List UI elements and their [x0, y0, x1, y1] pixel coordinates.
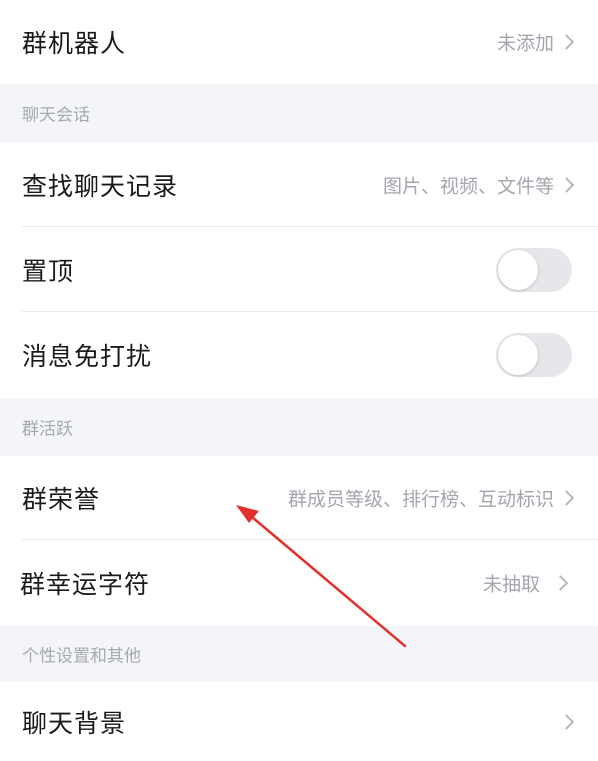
mute-row: 消息免打扰 — [0, 312, 598, 398]
chat-background-row[interactable]: 聊天背景 — [0, 682, 598, 761]
group-honor-row[interactable]: 群荣誉 群成员等级、排行榜、互动标识 — [0, 456, 598, 540]
section-header-personal-other: 个性设置和其他 — [0, 626, 598, 682]
chevron-right-icon — [558, 34, 575, 50]
section-header-group-activity: 群活跃 — [0, 398, 598, 456]
pin-top-toggle[interactable] — [496, 247, 572, 292]
chevron-right-icon — [552, 575, 569, 591]
group-honor-label: 群荣誉 — [22, 485, 101, 514]
section-header-chat-session: 聊天会话 — [0, 84, 598, 142]
lucky-char-value: 未抽取 — [482, 573, 540, 596]
mute-toggle[interactable] — [496, 333, 572, 377]
search-history-row[interactable]: 查找聊天记录 图片、视频、文件等 — [0, 142, 598, 227]
chat-background-label: 聊天背景 — [22, 708, 127, 738]
section-title: 群活跃 — [22, 419, 73, 440]
group-bot-label: 群机器人 — [22, 29, 127, 58]
section-title: 聊天会话 — [22, 105, 90, 126]
mute-label: 消息免打扰 — [22, 342, 153, 371]
pin-top-label: 置顶 — [22, 256, 75, 286]
lucky-char-label: 群幸运字符 — [20, 570, 151, 599]
group-honor-value: 群成员等级、排行榜、互动标识 — [287, 488, 554, 511]
search-history-label: 查找聊天记录 — [22, 171, 179, 201]
search-history-value: 图片、视频、文件等 — [382, 175, 554, 197]
group-bot-row[interactable]: 群机器人 未添加 — [0, 0, 598, 84]
pin-top-row: 置顶 — [0, 227, 598, 312]
group-bot-value: 未添加 — [496, 32, 554, 55]
toggle-knob — [498, 335, 538, 375]
chevron-right-icon — [558, 176, 575, 193]
chevron-right-icon — [558, 713, 575, 730]
toggle-knob — [498, 249, 538, 290]
section-title: 个性设置和其他 — [22, 646, 141, 667]
chat-settings-page: 群机器人 未添加 聊天会话 查找聊天记录 图片、视频、文件等 置顶 消息免打扰 … — [0, 0, 598, 761]
lucky-char-row[interactable]: 群幸运字符 未抽取 — [0, 540, 598, 626]
chevron-right-icon — [558, 490, 575, 506]
